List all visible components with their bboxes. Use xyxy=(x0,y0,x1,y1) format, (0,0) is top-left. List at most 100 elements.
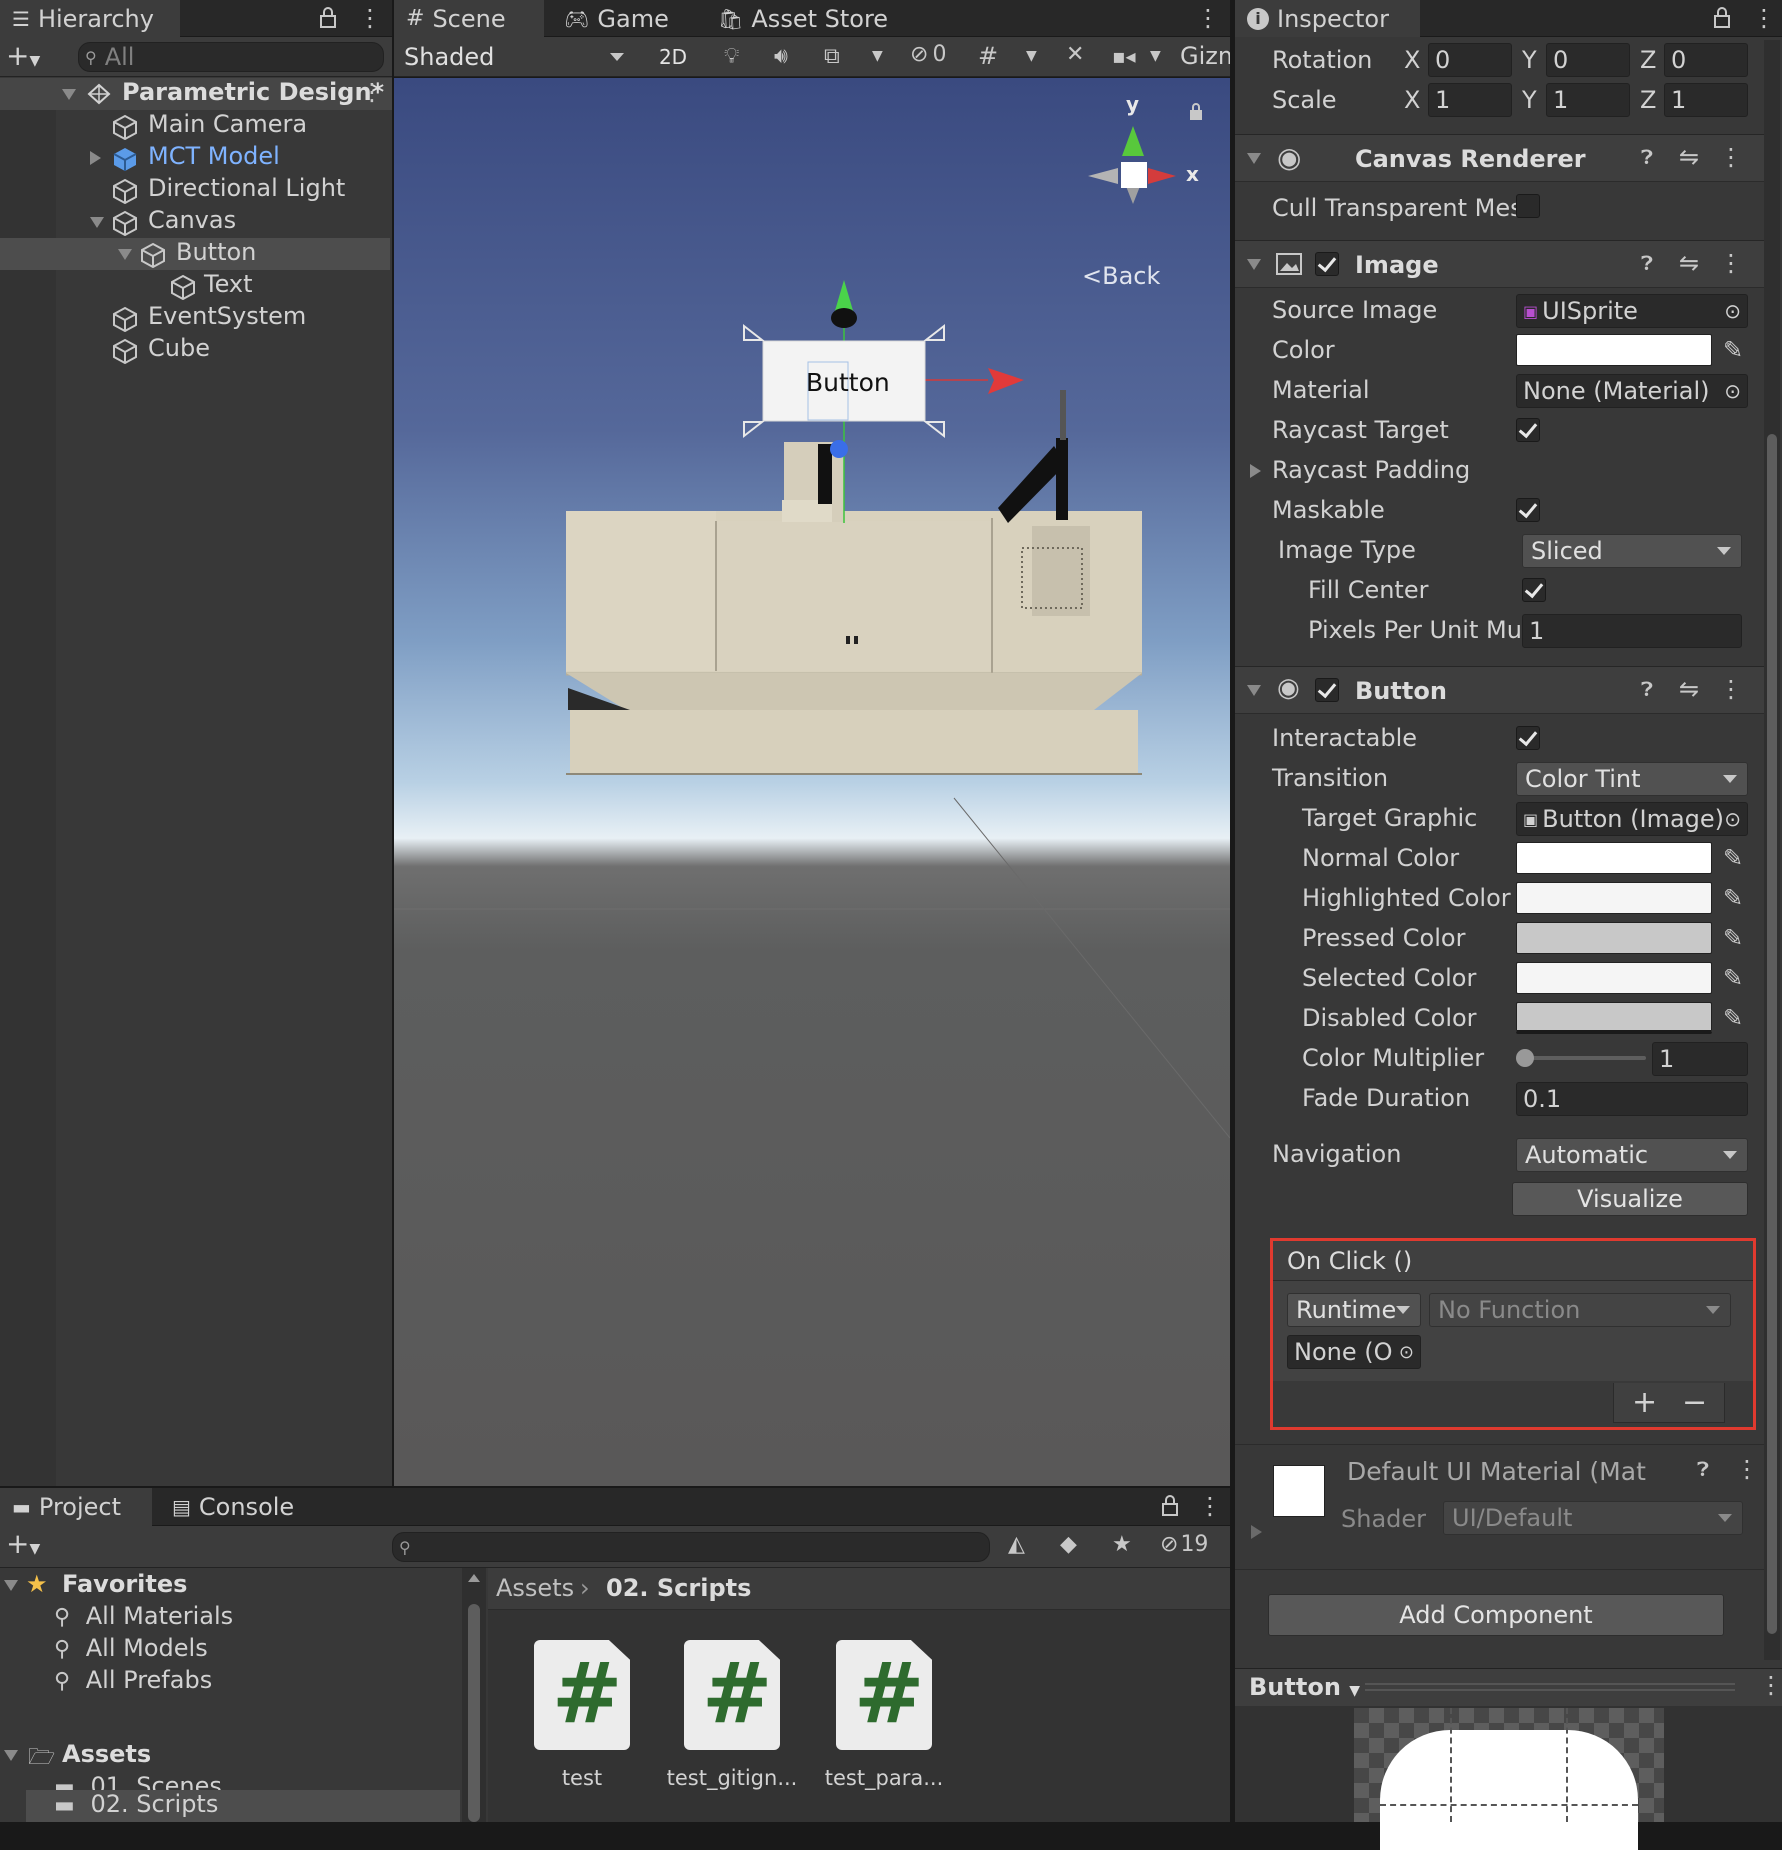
inspector-menu-icon[interactable]: ⋮ xyxy=(1752,4,1776,32)
favorites-label[interactable]: Favorites xyxy=(62,1570,187,1598)
favorite-item-all-prefabs[interactable]: ⚲ All Prefabs xyxy=(54,1666,212,1694)
tab-game[interactable]: 🎮︎ Game xyxy=(552,0,692,37)
help-icon[interactable]: ❓︎ xyxy=(1641,251,1653,275)
visualize-button[interactable]: Visualize xyxy=(1512,1182,1748,1216)
eyedropper-icon[interactable]: ✎ xyxy=(1718,1002,1748,1034)
file-item-test[interactable]: # test xyxy=(520,1638,644,1808)
effects-dropdown-icon[interactable]: ▼ xyxy=(872,48,883,64)
project-menu-icon[interactable]: ⋮ xyxy=(1198,1492,1222,1520)
project-add-dropdown-button[interactable]: +▼ xyxy=(6,1530,40,1563)
rotation-x-input[interactable]: 0 xyxy=(1428,43,1512,77)
add-dropdown-button[interactable]: +▼ xyxy=(6,42,40,75)
project-search-input[interactable]: ⚲ xyxy=(392,1532,990,1562)
breadcrumb-current[interactable]: 02. Scripts xyxy=(606,1574,751,1602)
shader-dropdown[interactable]: UI/Default xyxy=(1443,1501,1743,1535)
scene-viewport[interactable]: Button y x <Back xyxy=(394,78,1230,1486)
material-field[interactable]: None (Material) ⊙ xyxy=(1516,374,1748,408)
favorite-item-all-models[interactable]: ⚲ All Models xyxy=(54,1634,208,1662)
slider-handle[interactable] xyxy=(1516,1049,1534,1067)
hierarchy-search-input[interactable]: ⚲ All xyxy=(78,42,384,72)
cull-transparent-checkbox[interactable] xyxy=(1516,194,1540,218)
preview-title-dropdown[interactable]: Button ▼ xyxy=(1249,1673,1360,1701)
function-dropdown[interactable]: No Function xyxy=(1429,1293,1731,1327)
help-icon[interactable]: ❓︎ xyxy=(1641,145,1653,169)
scale-z-input[interactable]: 1 xyxy=(1664,83,1748,117)
favorites-star-icon[interactable]: ★ xyxy=(1112,1532,1132,1557)
maskable-checkbox[interactable] xyxy=(1516,498,1540,522)
lock-icon[interactable] xyxy=(318,6,338,30)
raycast-padding-foldout[interactable] xyxy=(1250,464,1261,478)
camera-dropdown-icon[interactable]: ▼ xyxy=(1150,48,1161,64)
object-picker-icon[interactable]: ⊙ xyxy=(1724,379,1741,403)
help-icon[interactable]: ❓︎ xyxy=(1697,1457,1709,1481)
divider-vertical-right[interactable] xyxy=(1230,0,1235,1822)
target-object-field[interactable]: None (O ⊙ xyxy=(1287,1335,1421,1369)
hierarchy-item-canvas[interactable]: Canvas xyxy=(0,206,390,238)
navigation-dropdown[interactable]: Automatic xyxy=(1516,1138,1748,1172)
project-tree-scrollbar[interactable] xyxy=(462,1568,486,1822)
eyedropper-icon[interactable]: ✎ xyxy=(1718,842,1748,874)
help-icon[interactable]: ❓︎ xyxy=(1641,677,1653,701)
image-enabled-checkbox[interactable] xyxy=(1315,252,1339,276)
source-image-field[interactable]: ▣ UISprite ⊙ xyxy=(1516,294,1748,328)
highlighted-color-swatch[interactable] xyxy=(1516,882,1712,914)
disabled-color-swatch[interactable] xyxy=(1516,1002,1712,1034)
grid-dropdown-icon[interactable]: ▼ xyxy=(1026,48,1037,64)
audio-toggle-icon[interactable]: 🔊︎ xyxy=(774,44,788,69)
grid-toggle-icon[interactable]: # xyxy=(978,42,998,70)
presets-icon[interactable]: ⇋ xyxy=(1679,143,1699,171)
presets-icon[interactable]: ⇋ xyxy=(1679,249,1699,277)
interactable-checkbox[interactable] xyxy=(1516,726,1540,750)
2d-toggle-button[interactable]: 2D xyxy=(648,40,698,74)
breadcrumb-assets[interactable]: Assets xyxy=(496,1574,574,1602)
favorite-item-all-materials[interactable]: ⚲ All Materials xyxy=(54,1602,233,1630)
rotation-y-input[interactable]: 0 xyxy=(1546,43,1630,77)
material-foldout[interactable] xyxy=(1251,1525,1262,1539)
tab-project[interactable]: ▬ Project xyxy=(0,1488,152,1526)
hierarchy-item-main-camera[interactable]: Main Camera xyxy=(0,110,390,142)
tab-console[interactable]: ▤ Console xyxy=(160,1488,320,1526)
hierarchy-item-eventsystem[interactable]: EventSystem xyxy=(0,302,390,334)
gizmos-button[interactable]: Gizm xyxy=(1180,42,1230,70)
orientation-gizmo[interactable]: y x xyxy=(1058,92,1208,246)
gizmo-lock-icon[interactable] xyxy=(1188,102,1204,122)
raycast-target-checkbox[interactable] xyxy=(1516,418,1540,442)
preview-drag-handle[interactable] xyxy=(1365,1683,1735,1691)
object-picker-icon[interactable]: ⊙ xyxy=(1398,1341,1414,1363)
hierarchy-item-button[interactable]: Button xyxy=(0,238,390,270)
object-picker-icon[interactable]: ⊙ xyxy=(1724,299,1741,323)
pixels-per-unit-input[interactable]: 1 xyxy=(1522,614,1742,648)
file-item-test-gitignore[interactable]: # test_gitign... xyxy=(667,1638,797,1808)
add-component-button[interactable]: Add Component xyxy=(1268,1594,1724,1636)
scale-x-input[interactable]: 1 xyxy=(1428,83,1512,117)
add-listener-button[interactable]: + xyxy=(1632,1385,1657,1420)
tab-hierarchy[interactable]: ☰ Hierarchy xyxy=(0,0,180,37)
color-swatch[interactable] xyxy=(1516,334,1712,366)
transition-dropdown[interactable]: Color Tint xyxy=(1516,762,1748,796)
scene-menu-icon[interactable]: ⋮ xyxy=(360,78,384,106)
raycast-padding-label[interactable]: Raycast Padding xyxy=(1272,456,1470,484)
canvas-renderer-header[interactable]: ◉ Canvas Renderer ❓︎ ⇋ ⋮ xyxy=(1235,134,1764,182)
tools-icon[interactable]: ✕ xyxy=(1066,42,1084,67)
divider-vertical-left[interactable] xyxy=(392,0,394,1488)
lighting-toggle-icon[interactable]: 💡︎ xyxy=(724,44,739,69)
tab-asset-store[interactable]: 🛍︎ Asset Store xyxy=(706,0,906,37)
eyedropper-icon[interactable]: ✎ xyxy=(1718,922,1748,954)
component-menu-icon[interactable]: ⋮ xyxy=(1735,1455,1759,1483)
presets-icon[interactable]: ⇋ xyxy=(1679,675,1699,703)
color-multiplier-slider[interactable] xyxy=(1516,1046,1646,1070)
hierarchy-item-text[interactable]: Text xyxy=(0,270,390,302)
scene-root-row[interactable]: Parametric Design* ⋮ xyxy=(0,78,392,110)
hidden-objects-icon[interactable]: ⊘ 0 xyxy=(910,42,946,67)
file-item-test-para[interactable]: # test_para... xyxy=(822,1638,946,1808)
object-picker-icon[interactable]: ⊙ xyxy=(1724,807,1741,831)
inspector-scrollbar[interactable] xyxy=(1764,40,1780,1660)
eyedropper-icon[interactable]: ✎ xyxy=(1718,334,1748,366)
tab-scene[interactable]: # Scene xyxy=(394,0,544,37)
preview-menu-icon[interactable]: ⋮ xyxy=(1759,1671,1782,1699)
component-menu-icon[interactable]: ⋮ xyxy=(1719,675,1743,703)
fill-center-checkbox[interactable] xyxy=(1522,578,1546,602)
hierarchy-item-cube[interactable]: Cube xyxy=(0,334,390,366)
search-by-label-icon[interactable]: ◆ xyxy=(1060,1532,1077,1557)
shading-mode-dropdown[interactable]: Shaded xyxy=(396,40,634,74)
